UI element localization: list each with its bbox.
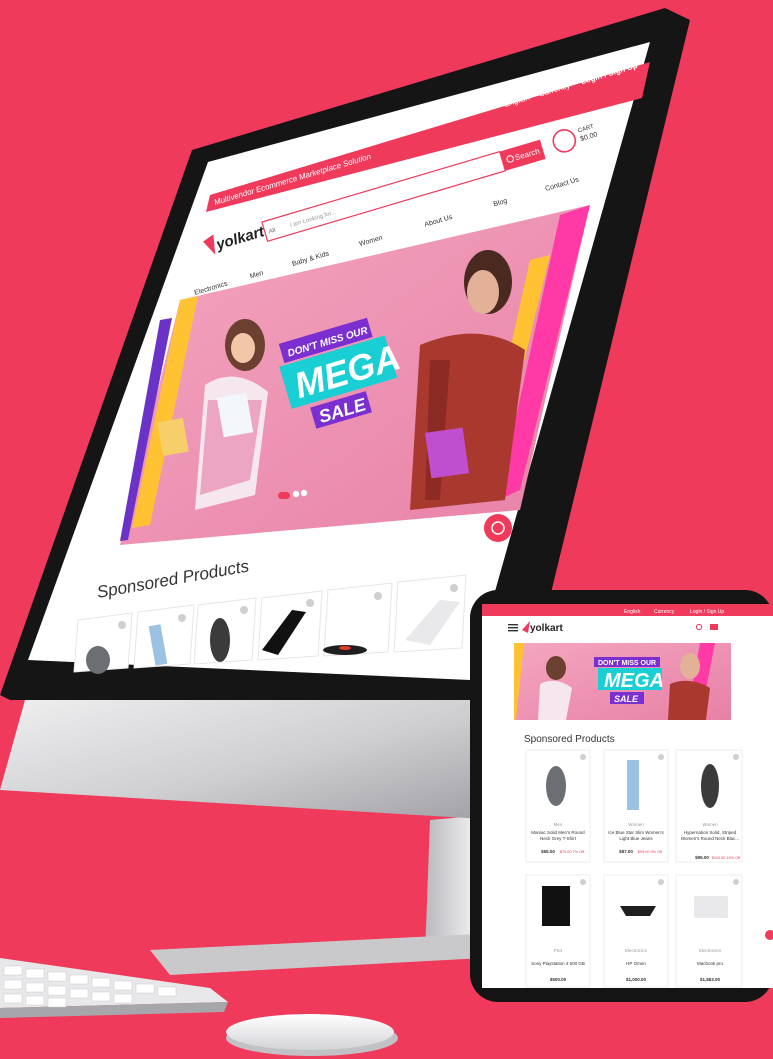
carousel-dot-active[interactable] xyxy=(278,492,290,499)
product-category: Electronics xyxy=(625,948,648,953)
product-image xyxy=(627,760,639,810)
wishlist-icon[interactable] xyxy=(450,584,458,592)
product-name[interactable]: Ice Blue Star Slim Women's xyxy=(608,830,664,835)
wishlist-icon[interactable] xyxy=(733,879,739,885)
product-old-price: $110.00 15% Off xyxy=(712,856,741,860)
desktop-product-card[interactable] xyxy=(323,582,393,657)
product-name[interactable]: Sony Playstation 4 500 GB xyxy=(531,961,585,966)
floating-chat-button[interactable] xyxy=(484,514,512,542)
wishlist-icon[interactable] xyxy=(240,606,248,614)
tablet-logo[interactable]: yolkart xyxy=(530,623,563,634)
product-name[interactable]: Maniac Solid Men's Round xyxy=(531,830,585,835)
product-name[interactable]: HP Omen xyxy=(626,961,646,966)
wishlist-icon[interactable] xyxy=(658,754,664,760)
wishlist-icon[interactable] xyxy=(580,879,586,885)
product-price: $1,863.00 xyxy=(700,977,721,982)
wishlist-icon[interactable] xyxy=(178,614,186,622)
hamburger-menu-icon[interactable] xyxy=(508,624,518,632)
product-price: $1,000.00 xyxy=(626,977,647,982)
device-mockup-scene: Multivendor Ecommerce Marketplace Soluti… xyxy=(0,0,773,1059)
product-image xyxy=(701,764,719,808)
product-category: PS4 xyxy=(554,948,563,953)
wishlist-icon[interactable] xyxy=(733,754,739,760)
tablet-product-card[interactable] xyxy=(675,874,743,988)
product-image xyxy=(694,896,728,918)
cart-icon[interactable] xyxy=(710,624,718,630)
product-category: Women xyxy=(628,822,644,827)
carousel-dot[interactable] xyxy=(292,490,300,498)
product-price: $87.00 xyxy=(619,849,633,854)
mouse xyxy=(226,1014,398,1056)
tablet-banner-line1: DON'T MISS OUR xyxy=(598,660,656,667)
product-name-line2[interactable]: Neck Grey T-Shirt xyxy=(540,836,576,841)
wishlist-icon[interactable] xyxy=(118,621,126,629)
product-image xyxy=(542,886,570,926)
product-old-price: $99.00 9% Off xyxy=(638,850,663,854)
tablet-currency-link[interactable]: Currency xyxy=(654,609,675,615)
product-price: $65.00 xyxy=(541,849,555,854)
tablet-banner-woman-photo xyxy=(546,656,566,680)
product-category: Electronics xyxy=(699,948,722,953)
wishlist-icon[interactable] xyxy=(580,754,586,760)
tablet-banner-man-photo xyxy=(680,653,700,679)
tablet-banner-man-body xyxy=(668,680,710,720)
product-category: Women xyxy=(702,822,718,827)
tablet-product-card[interactable] xyxy=(603,874,669,988)
product-name[interactable]: Hypernation Solid, Striped xyxy=(684,830,737,835)
product-image xyxy=(620,906,656,916)
tablet-banner-woman-body xyxy=(538,680,572,720)
wishlist-icon[interactable] xyxy=(374,592,382,600)
tablet-english-link[interactable]: English xyxy=(624,609,641,615)
product-name-line2[interactable]: Women's Round Neck Blac... xyxy=(681,836,739,841)
product-price: $500.00 xyxy=(550,977,567,982)
product-category: Men xyxy=(554,822,563,827)
product-name[interactable]: Macbook pro xyxy=(697,961,724,966)
tablet-banner-line2: MEGA xyxy=(604,670,664,692)
tablet-banner-line3: SALE xyxy=(614,694,639,704)
tablet-login-link[interactable]: Login / Sign Up xyxy=(690,609,724,615)
wishlist-icon[interactable] xyxy=(306,599,314,607)
product-price: $95.00 xyxy=(695,855,709,860)
product-old-price: $79.00 7% Off xyxy=(560,850,585,854)
wishlist-icon[interactable] xyxy=(658,879,664,885)
tablet-sponsored-title: Sponsored Products xyxy=(524,734,615,745)
product-image xyxy=(546,766,566,806)
product-name-line2[interactable]: Light Blue Jeans xyxy=(619,836,653,841)
carousel-dot[interactable] xyxy=(300,489,308,497)
